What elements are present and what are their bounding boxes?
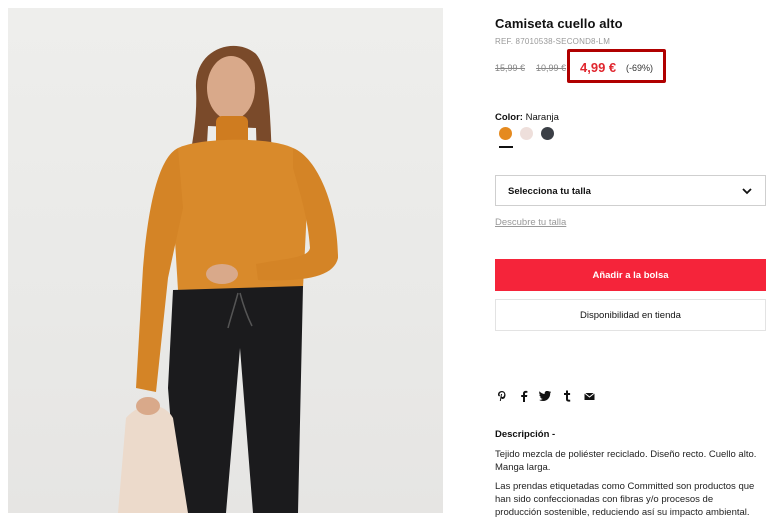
description-text: Tejido mezcla de poliéster reciclado. Di… [495, 449, 757, 473]
pinterest-icon[interactable] [496, 390, 508, 402]
color-label-key: Color: [495, 112, 523, 123]
selected-color-name: Naranja [525, 112, 559, 123]
selected-swatch-indicator [499, 146, 513, 148]
previous-price: 10,99 € [536, 63, 567, 73]
chevron-down-icon [742, 188, 752, 195]
product-reference: REF. 87010538-SECOND8-LM [495, 37, 611, 46]
description-committed-text: Las prendas etiquetadas como Committed s… [495, 481, 755, 518]
twitter-icon[interactable] [539, 390, 551, 402]
product-image[interactable] [8, 8, 443, 513]
tumblr-icon[interactable] [561, 390, 573, 402]
discount-badge: (-69%) [626, 63, 654, 73]
description-heading[interactable]: Descripción - [495, 429, 555, 440]
facebook-icon[interactable] [518, 390, 530, 402]
store-availability-button[interactable]: Disponibilidad en tienda [495, 299, 766, 331]
model-photo-illustration [118, 45, 338, 513]
size-guide-link[interactable]: Descubre tu talla [495, 217, 566, 228]
color-swatch-cream[interactable] [520, 127, 533, 140]
product-title: Camiseta cuello alto [495, 16, 623, 31]
current-price: 4,99 € [580, 60, 617, 75]
email-icon[interactable] [583, 390, 595, 402]
size-select-dropdown[interactable]: Selecciona tu talla [495, 175, 766, 206]
size-select-label: Selecciona tu talla [508, 186, 591, 197]
color-swatch-dark-grey[interactable] [541, 127, 554, 140]
original-price: 15,99 € [495, 63, 526, 73]
add-to-bag-button[interactable]: Añadir a la bolsa [495, 259, 766, 291]
color-label: Color: Naranja [495, 112, 559, 123]
color-swatch-orange[interactable] [499, 127, 512, 140]
highlighted-price-box: 4,99 € (-69%) [567, 49, 666, 83]
